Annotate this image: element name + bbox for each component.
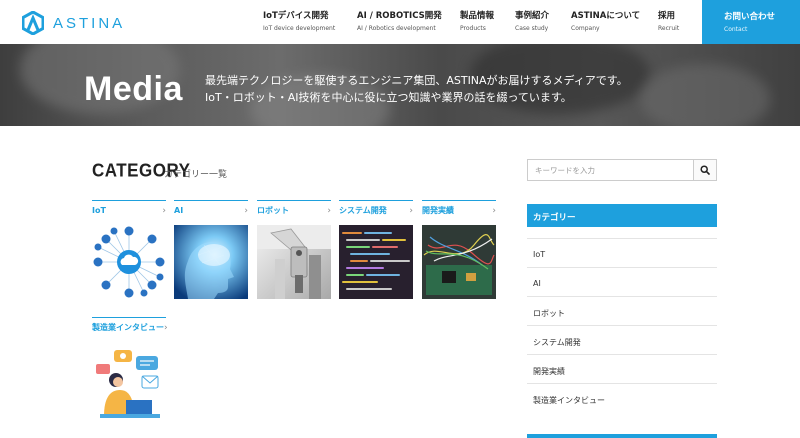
robot-arm-image [257, 225, 331, 299]
nav-sublabel: Company [571, 25, 600, 32]
card-label: AI [174, 206, 184, 215]
nav-item-recruit[interactable]: 採用 Recruit [658, 9, 679, 32]
page-title: Media [84, 70, 183, 108]
sidebar-item-manufacturing-interview[interactable]: 製造業インタビュー [527, 383, 717, 412]
search-input[interactable] [528, 160, 694, 180]
contact-label: お問い合わせ [724, 12, 776, 22]
card-label: 製造業インタビュー [92, 323, 164, 332]
nav-sublabel: AI / Robotics development [357, 25, 436, 32]
hero-description-line: IoT・ロボット・AI技術を中心に役に立つ知識や業界の話を綴っています。 [205, 91, 572, 104]
nav-sublabel: Case study [515, 25, 549, 32]
sidebar-category-list: IoT AI ロボット システム開発 開発実績 製造業インタビュー [527, 238, 717, 412]
category-card-system-development[interactable]: システム開発 › [339, 200, 413, 299]
category-card-ai[interactable]: AI › [174, 200, 248, 299]
card-label: システム開発 [339, 206, 387, 215]
chevron-right-icon: › [327, 205, 331, 216]
sidebar-item-iot[interactable]: IoT [527, 238, 717, 267]
nav-item-iot[interactable]: IoTデバイス開発 IoT device development [263, 9, 335, 32]
nav-sublabel: IoT device development [263, 25, 336, 32]
chevron-right-icon: › [409, 205, 413, 216]
nav-sublabel: Recruit [658, 25, 680, 32]
nav-label: IoTデバイス開発 [263, 11, 329, 21]
nav-label: AI / ROBOTICS開発 [357, 11, 442, 21]
hero-description: 最先端テクノロジーを駆使するエンジニア集団、ASTINAがお届けするメディアです… [205, 72, 628, 106]
circuit-board-image [422, 225, 496, 299]
category-subtitle: カテゴリー一覧 [164, 170, 228, 180]
nav-sublabel: Products [460, 25, 486, 32]
sidebar-item-system-development[interactable]: システム開発 [527, 325, 717, 354]
nav-label: 製品情報 [460, 11, 495, 21]
card-label: IoT [92, 206, 106, 215]
hero-bg-shape [640, 64, 770, 126]
sidebar-item-robot[interactable]: ロボット [527, 296, 717, 325]
search-box [527, 159, 717, 181]
sidebar-item-ai[interactable]: AI [527, 267, 717, 296]
card-label: 開発実績 [422, 206, 454, 215]
interview-illustration-image [92, 342, 166, 422]
card-header[interactable]: AI › [174, 200, 248, 220]
category-card-iot[interactable]: IoT › [92, 200, 166, 299]
nav-item-company[interactable]: ASTINAについて Company [571, 9, 640, 32]
chevron-right-icon: › [244, 205, 248, 216]
main-nav: IoTデバイス開発 IoT device development AI / RO… [0, 9, 700, 39]
card-header[interactable]: IoT › [92, 200, 166, 220]
category-card-manufacturing-interview[interactable]: 製造業インタビュー › [92, 317, 168, 422]
iot-network-image [92, 225, 166, 299]
chevron-right-icon: › [162, 205, 166, 216]
category-card-development-results[interactable]: 開発実績 › [422, 200, 496, 299]
search-button[interactable] [693, 160, 716, 180]
nav-item-ai-robotics[interactable]: AI / ROBOTICS開発 AI / Robotics developmen… [357, 9, 442, 32]
search-icon [700, 165, 710, 175]
nav-item-products[interactable]: 製品情報 Products [460, 9, 494, 32]
chevron-right-icon: › [492, 205, 496, 216]
card-label: ロボット [257, 206, 289, 215]
chevron-right-icon: › [164, 322, 168, 333]
hero-banner: Media 最先端テクノロジーを駆使するエンジニア集団、ASTINAがお届けする… [0, 44, 800, 126]
sidebar-item-development-results[interactable]: 開発実績 [527, 354, 717, 383]
card-header[interactable]: ロボット › [257, 200, 331, 220]
code-screen-image [339, 225, 413, 299]
hero-description-line: 最先端テクノロジーを駆使するエンジニア集団、ASTINAがお届けするメディアです… [205, 74, 628, 87]
nav-label: 事例紹介 [515, 11, 550, 21]
card-header[interactable]: システム開発 › [339, 200, 413, 220]
card-header[interactable]: 製造業インタビュー › [92, 317, 168, 337]
card-header[interactable]: 開発実績 › [422, 200, 496, 220]
nav-item-case-study[interactable]: 事例紹介 Case study [515, 9, 549, 32]
sidebar-category-heading: カテゴリー [527, 204, 717, 227]
nav-label: ASTINAについて [571, 11, 641, 21]
sidebar-next-heading [527, 434, 717, 438]
ai-brain-image [174, 225, 248, 299]
site-header: ASTINA IoTデバイス開発 IoT device development … [0, 0, 800, 44]
category-card-robot[interactable]: ロボット › [257, 200, 331, 299]
contact-button[interactable]: お問い合わせ Contact [702, 0, 800, 44]
contact-sublabel: Contact [724, 26, 748, 33]
nav-label: 採用 [658, 11, 676, 21]
